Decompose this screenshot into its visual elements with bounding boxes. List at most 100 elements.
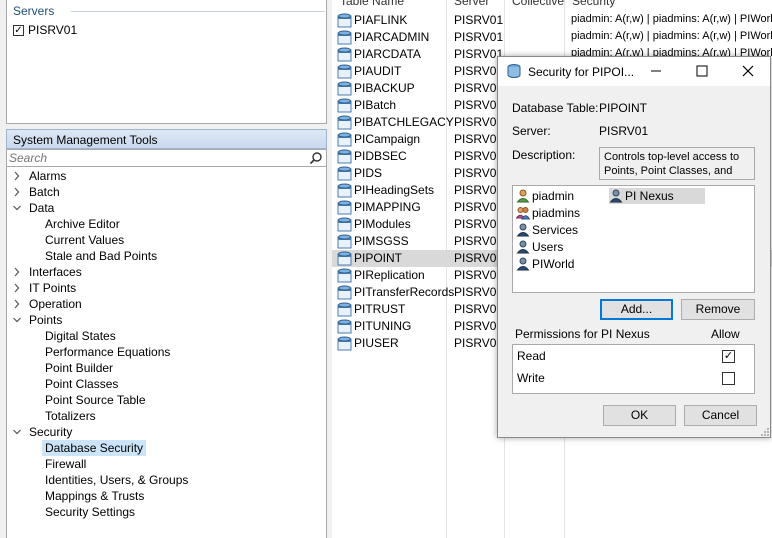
- identity-icon: [609, 189, 623, 203]
- table-row[interactable]: PIAFLINK PISRV01 piadmin: A(r,w) | piadmin…: [332, 12, 772, 29]
- server-cell: PISRV01: [454, 268, 504, 282]
- table-name-cell: PITRUST: [354, 302, 406, 316]
- identity-item[interactable]: Users: [516, 239, 606, 255]
- tree-item[interactable]: IT Points: [7, 280, 326, 296]
- tree-item[interactable]: Security Settings: [7, 504, 326, 520]
- permission-checkbox[interactable]: [722, 372, 735, 385]
- tree-item-label: Current Values: [45, 233, 125, 247]
- server-item[interactable]: ✓ PISRV01: [13, 23, 77, 37]
- identity-item[interactable]: piadmins: [516, 205, 606, 221]
- chevron-right-icon[interactable]: [13, 283, 21, 293]
- search-box[interactable]: [6, 149, 327, 167]
- identity-item[interactable]: PI Nexus: [609, 188, 705, 204]
- tree-item[interactable]: Current Values: [7, 232, 326, 248]
- tree-item[interactable]: Point Classes: [7, 376, 326, 392]
- tree-item-label: Batch: [29, 185, 60, 199]
- description-field[interactable]: Controls top-level access to Points, Poi…: [599, 147, 755, 180]
- tree-item[interactable]: Alarms: [7, 168, 326, 184]
- tree-item[interactable]: Point Source Table: [7, 392, 326, 408]
- search-icon[interactable]: [309, 151, 323, 165]
- chevron-down-icon[interactable]: [13, 203, 21, 213]
- tree-item[interactable]: Performance Equations: [7, 344, 326, 360]
- tree-item[interactable]: Operation: [7, 296, 326, 312]
- allow-label: Allow: [711, 327, 740, 341]
- database-table-icon: [337, 64, 352, 79]
- servers-pane: Servers ✓ PISRV01: [6, 0, 327, 124]
- database-table-icon: [337, 30, 352, 45]
- tree-item[interactable]: Mappings & Trusts: [7, 488, 326, 504]
- close-icon[interactable]: [736, 61, 760, 81]
- chevron-right-icon[interactable]: [13, 267, 21, 277]
- database-table-icon: [337, 132, 352, 147]
- identity-list[interactable]: piadmin piadmins Services Users PIWorld PI Ne…: [512, 185, 755, 293]
- chevron-right-icon[interactable]: [13, 171, 21, 181]
- column-header-server[interactable]: Server: [454, 0, 489, 8]
- security-cell: piadmin: A(r,w) | piadmins: A(r,w) | PIW…: [571, 30, 772, 42]
- tree-item[interactable]: Identities, Users, & Groups: [7, 472, 326, 488]
- column-header-security[interactable]: Security: [572, 0, 615, 8]
- tree-item-label: Operation: [29, 297, 82, 311]
- dialog-titlebar[interactable]: Security for PIPOI...: [498, 57, 770, 86]
- server-cell: PISRV01: [454, 251, 504, 265]
- database-table-icon: [337, 217, 352, 232]
- identity-label: piadmin: [532, 189, 575, 203]
- server-value: PISRV01: [599, 124, 649, 138]
- database-table-icon: [337, 200, 352, 215]
- resize-grip-icon[interactable]: [760, 427, 770, 437]
- permissions-label: Permissions for PI Nexus: [515, 327, 650, 341]
- description-label: Description:: [512, 148, 576, 162]
- server-checkbox[interactable]: ✓: [13, 24, 24, 36]
- tree-item-label: Data: [29, 201, 55, 215]
- tree-item-label: Point Source Table: [45, 393, 146, 407]
- tree-item[interactable]: Stale and Bad Points: [7, 248, 326, 264]
- add-button[interactable]: Add...: [600, 299, 673, 320]
- tree-item-label: Security Settings: [45, 505, 136, 519]
- identity-item[interactable]: Services: [516, 222, 606, 238]
- identity-item[interactable]: PIWorld: [516, 256, 606, 272]
- permission-checkbox[interactable]: ✓: [722, 350, 735, 363]
- tree-item[interactable]: Data: [7, 200, 326, 216]
- minimize-icon[interactable]: [644, 61, 668, 81]
- tree-item[interactable]: Archive Editor: [7, 216, 326, 232]
- identity-icon: [516, 223, 530, 237]
- server-cell: PISRV01: [454, 166, 504, 180]
- tree-item[interactable]: Batch: [7, 184, 326, 200]
- chevron-down-icon[interactable]: [13, 315, 21, 325]
- column-header-table-name[interactable]: Table Name: [340, 0, 404, 8]
- cancel-button[interactable]: Cancel: [684, 405, 757, 426]
- security-dialog: Security for PIPOI... Database Table: PI…: [497, 56, 771, 438]
- tree-item-label: Stale and Bad Points: [45, 249, 158, 263]
- tree-item[interactable]: Security: [7, 424, 326, 440]
- table-name-cell: PIBACKUP: [354, 81, 415, 95]
- chevron-down-icon[interactable]: [13, 427, 21, 437]
- tree-item-label: Security: [29, 425, 73, 439]
- tree-item-label: Performance Equations: [45, 345, 171, 359]
- identity-item[interactable]: piadmin: [516, 188, 606, 204]
- server-cell: PISRV01: [454, 132, 504, 146]
- left-panel: Servers ✓ PISRV01 System Management Tool…: [0, 0, 332, 538]
- database-table-icon: [337, 149, 352, 164]
- database-table-icon: [337, 319, 352, 334]
- remove-button[interactable]: Remove: [681, 299, 755, 320]
- maximize-icon[interactable]: [690, 61, 714, 81]
- tree-item[interactable]: Digital States: [7, 328, 326, 344]
- tree-item[interactable]: Totalizers: [7, 408, 326, 424]
- search-input[interactable]: [9, 151, 299, 165]
- table-name-cell: PIARCADMIN: [354, 30, 430, 44]
- column-header-collective[interactable]: Collective: [512, 0, 564, 8]
- ok-button[interactable]: OK: [603, 405, 676, 426]
- chevron-right-icon[interactable]: [13, 299, 21, 309]
- tree-item[interactable]: Database Security: [7, 440, 326, 456]
- database-table-icon: [337, 268, 352, 283]
- chevron-right-icon[interactable]: [13, 187, 21, 197]
- tree-item[interactable]: Interfaces: [7, 264, 326, 280]
- table-row[interactable]: PIARCADMIN PISRV01 piadmin: A(r,w) | piadm…: [332, 29, 772, 46]
- server-cell: PISRV01: [454, 285, 504, 299]
- tree-item[interactable]: Point Builder: [7, 360, 326, 376]
- permission-label: Read: [517, 349, 546, 363]
- tree-item-label: Point Classes: [45, 377, 119, 391]
- server-cell: PISRV01: [454, 200, 504, 214]
- database-table-icon: [337, 166, 352, 181]
- tree-item[interactable]: Points: [7, 312, 326, 328]
- tree-item[interactable]: Firewall: [7, 456, 326, 472]
